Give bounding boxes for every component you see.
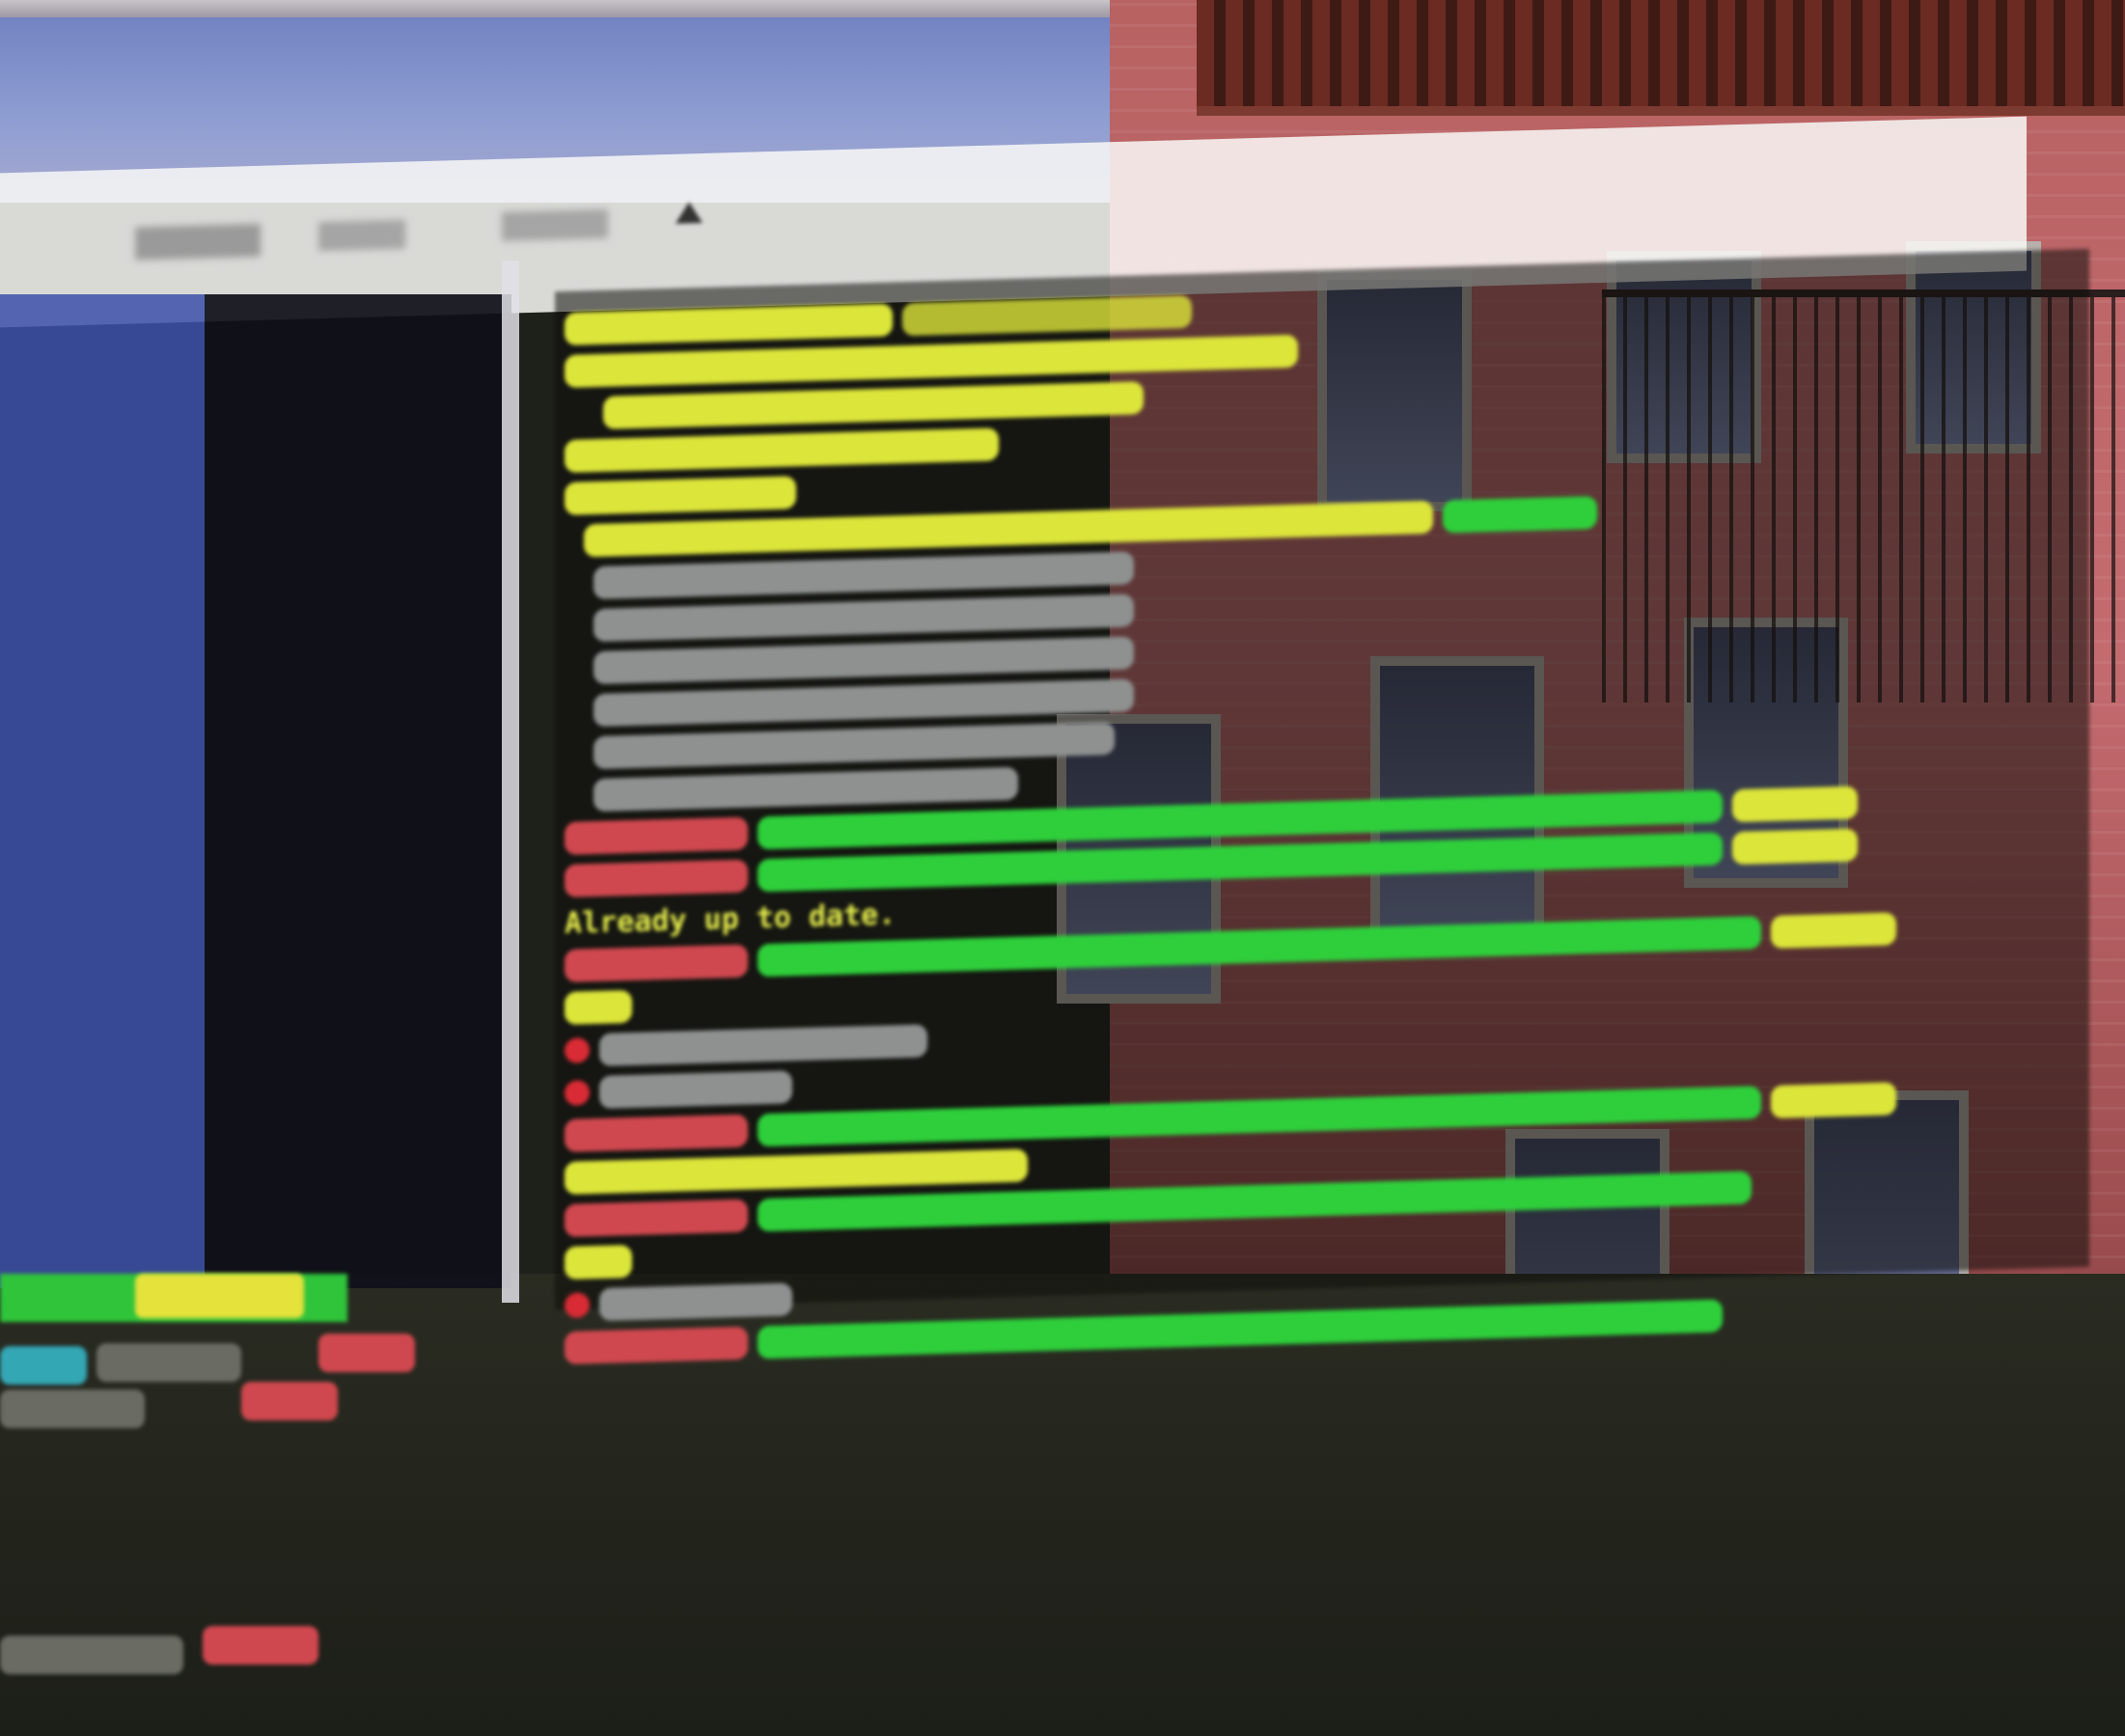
toolbar-icon[interactable] [502,208,608,241]
photo-scene: Already up to date. [0,0,2125,1736]
tab-chip[interactable] [0,1390,145,1428]
pane-divider[interactable] [502,261,519,1303]
left-panel [0,294,511,1288]
building-cornice [1197,0,2125,116]
tab-chip[interactable] [0,1346,87,1385]
status-dot-icon [565,1037,590,1063]
terminal-text: Already up to date. [565,896,897,941]
status-dot-icon [565,1080,590,1106]
tab-chip[interactable] [241,1382,338,1420]
tab-chip[interactable] [97,1343,241,1382]
warning-icon[interactable] [676,201,703,224]
terminal-pane[interactable]: Already up to date. [555,248,2089,1364]
toolbar-icon[interactable] [135,223,261,261]
tab-chip[interactable] [318,1334,415,1372]
toolbar-icon[interactable] [318,219,405,252]
status-dot-icon [565,1292,590,1318]
tab-chip[interactable] [203,1626,318,1665]
tab-chip[interactable] [0,1636,183,1674]
status-tag [135,1274,304,1318]
